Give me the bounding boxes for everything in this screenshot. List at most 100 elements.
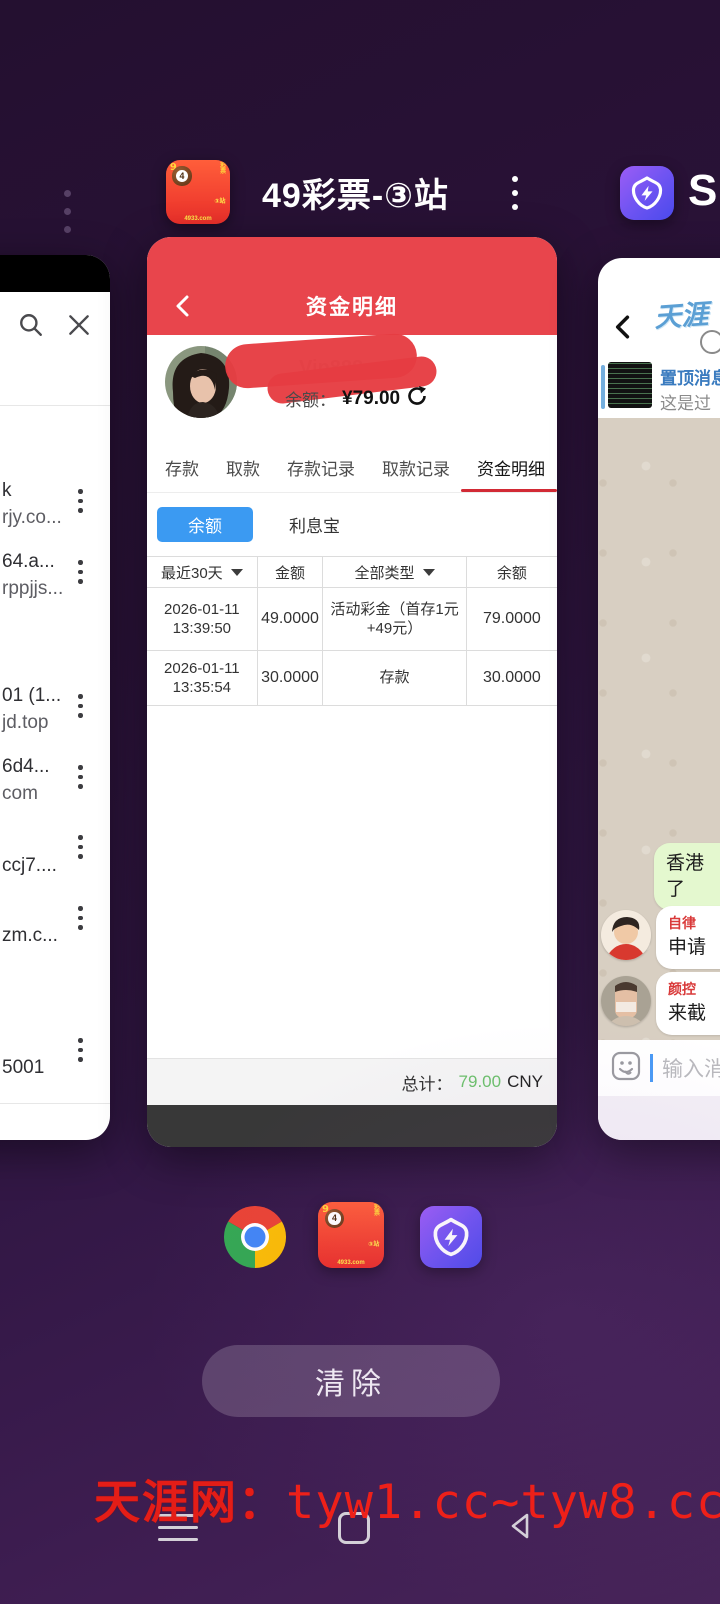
left-app-menu-dots-icon [64, 190, 71, 233]
pinned-preview: 这是过 [660, 389, 711, 414]
item-menu-icon[interactable] [78, 560, 83, 584]
cell-date: 2026-01-11 [164, 600, 240, 620]
tab-withdraw[interactable]: 取款 [224, 443, 262, 492]
app-options-menu-icon[interactable] [512, 176, 518, 210]
clear-all-button[interactable]: 清除 [202, 1345, 500, 1417]
sender-name: 颜控 [668, 980, 720, 999]
cell-type: 存款 [380, 668, 410, 688]
incoming-message-bubble[interactable]: 颜控 来截 [656, 972, 720, 1035]
tab-item-title[interactable]: 64.a... [2, 551, 55, 573]
cell-balance: 30.0000 [483, 669, 541, 687]
avatar[interactable] [601, 976, 651, 1026]
tab-item-title[interactable]: ccj7.... [2, 855, 57, 877]
tab-withdraw-records[interactable]: 取款记录 [380, 443, 452, 492]
tab-item-url: rjy.co... [2, 507, 62, 529]
item-menu-icon[interactable] [78, 906, 83, 930]
chevron-down-icon [423, 569, 435, 576]
cell-type: 活动彩金（首存1元+49元） [326, 600, 463, 639]
outgoing-message-bubble[interactable]: 香港 了 [654, 843, 720, 910]
tab-item-url: jd.top [2, 712, 48, 734]
refresh-icon[interactable] [406, 385, 428, 412]
chrome-app-icon[interactable] [224, 1206, 286, 1268]
watermark-urls: tyw1.cc~tyw8.cc [286, 1475, 720, 1530]
balance-value: ¥79.00 [342, 388, 400, 410]
filter-date-range[interactable]: 最近30天 [147, 557, 258, 587]
pinned-title[interactable]: 置顶消息 [660, 364, 720, 389]
tab-item-url: com [2, 783, 38, 805]
item-menu-icon[interactable] [78, 835, 83, 859]
watermark-site: 天涯网： [94, 1466, 286, 1532]
tab-item-title[interactable]: k [2, 480, 12, 502]
avatar[interactable] [601, 910, 651, 960]
pinned-thumbnail[interactable] [608, 362, 652, 408]
table-header-row: 最近30天 金额 全部类型 余额 [147, 556, 557, 588]
subtab-interest[interactable]: 利息宝 [289, 512, 340, 537]
lottery-app-icon[interactable]: 9 4 彩票 ③站 4933.com [318, 1202, 384, 1268]
tab-deposit-records[interactable]: 存款记录 [285, 443, 357, 492]
tab-item-title[interactable]: 01 (1... [2, 685, 61, 707]
table-row: 2026-01-1113:39:50 49.0000 活动彩金（首存1元+49元… [147, 588, 557, 651]
tab-item-title[interactable]: 6d4... [2, 756, 50, 778]
col-amount: 金额 [258, 557, 324, 587]
total-footer: 总计： 79.00 CNY [147, 1058, 557, 1105]
main-app-card-funds[interactable]: 资金明细 Vip888 余额： ¥79.00 [147, 237, 557, 1147]
subtab-bar: 余额 利息宝 [147, 493, 557, 556]
profile-section: Vip888 余额： ¥79.00 [147, 335, 557, 442]
pinned-marker [601, 365, 605, 409]
funds-table: 最近30天 金额 全部类型 余额 2026-01-1113:39:50 49.0… [147, 556, 557, 706]
close-icon[interactable] [66, 312, 92, 343]
subtab-balance[interactable]: 余额 [157, 507, 253, 542]
item-menu-icon[interactable] [78, 694, 83, 718]
cell-time: 13:39:50 [173, 619, 231, 639]
logo-badge-icon [700, 330, 720, 354]
tab-bar: 存款 取款 存款记录 取款记录 资金明细 [147, 442, 557, 493]
app-header-bar: 资金明细 [147, 237, 557, 335]
lottery-icon-domain: 4933.com [318, 1260, 384, 1266]
lottery-app-icon[interactable]: 9 4 彩票 ③站 4933.com [166, 160, 230, 224]
cell-amount: 30.0000 [261, 669, 319, 687]
message-input-placeholder[interactable]: 输入消息 [662, 1053, 720, 1083]
message-input-bar[interactable]: 输入消息 [598, 1040, 720, 1096]
sender-name: 自律 [668, 914, 720, 933]
item-menu-icon[interactable] [78, 1038, 83, 1062]
lottery-icon-caipiao: 彩票 [220, 163, 226, 176]
lottery-icon-domain: 4933.com [166, 216, 230, 222]
search-icon[interactable] [18, 312, 44, 343]
tab-deposit[interactable]: 存款 [163, 443, 201, 492]
card-bottom-strip [598, 1096, 720, 1140]
tab-funds-detail[interactable]: 资金明细 [475, 443, 547, 492]
active-tab-underline [461, 489, 557, 492]
right-app-card-chat[interactable]: 天涯 置顶消息 这是过 香港 了 自律 申请 [598, 258, 720, 1140]
total-label: 总计： [402, 1070, 453, 1095]
incoming-message-bubble[interactable]: 自律 申请 [656, 906, 720, 969]
tab-item-url: rppjjs... [2, 578, 63, 600]
sticker-icon[interactable] [611, 1051, 641, 1086]
table-row: 2026-01-1113:35:54 30.0000 存款 30.0000 [147, 651, 557, 706]
total-currency: CNY [507, 1072, 543, 1092]
filter-type[interactable]: 全部类型 [323, 557, 467, 587]
empty-list-area [147, 706, 557, 1058]
tab-item-title[interactable]: 5001 [2, 1057, 44, 1079]
item-menu-icon[interactable] [78, 489, 83, 513]
chevron-down-icon [231, 569, 243, 576]
lottery-icon-badge: ③站 [368, 1239, 379, 1248]
left-app-card-browser[interactable]: k rjy.co... 64.a... rppjjs... 01 (1... j… [0, 255, 110, 1140]
browser-status-bar [0, 255, 110, 292]
app-navigation-strip [147, 1105, 557, 1147]
page-title: 资金明细 [147, 291, 557, 321]
security-app-icon[interactable] [620, 166, 674, 220]
lottery-icon-caipiao: 彩票 [374, 1205, 380, 1218]
right-app-title: S [688, 166, 717, 216]
security-app-icon[interactable] [420, 1206, 482, 1268]
task-switcher-screen: 9 4 彩票 ③站 4933.com 49彩票-③站 S k rjy.co...… [0, 0, 720, 1604]
tab-item-title[interactable]: zm.c... [2, 925, 58, 947]
divider [0, 1103, 110, 1104]
cell-amount: 49.0000 [261, 610, 319, 628]
cell-time: 13:35:54 [173, 678, 231, 698]
cell-date: 2026-01-11 [164, 659, 240, 679]
billiard-ball-icon: 4 [325, 1209, 345, 1229]
item-menu-icon[interactable] [78, 765, 83, 789]
watermark-text: 天涯网： tyw1.cc~tyw8.cc [94, 1466, 720, 1532]
back-icon[interactable] [612, 314, 632, 345]
current-app-title: 49彩票-③站 [262, 168, 492, 217]
